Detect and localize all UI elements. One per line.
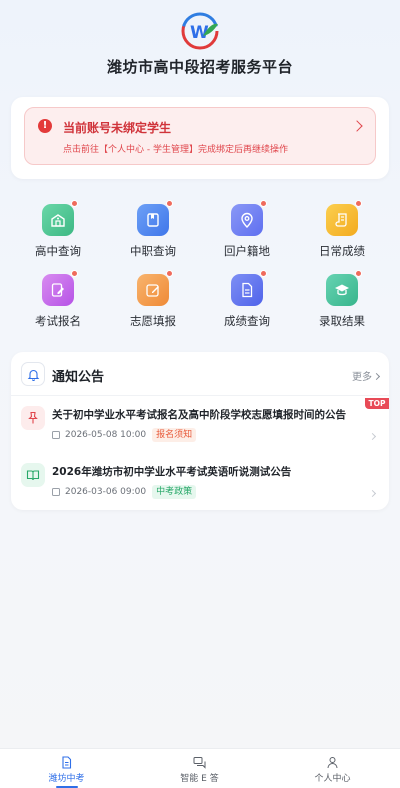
book-icon [137, 200, 173, 236]
calendar-icon [52, 431, 60, 439]
tab-label: 潍坊中考 [48, 774, 85, 784]
menu-label: 成绩查询 [224, 314, 270, 328]
bottom-tabbar: 潍坊中考 智能 E 答 个人中心 [0, 748, 400, 788]
menu-item-exam-registration[interactable]: 考试报名 [11, 268, 105, 328]
menu-item-vocational-query[interactable]: 中职查询 [106, 198, 200, 258]
notice-item-meta: 2026-03-06 09:00 中考政策 [52, 485, 197, 499]
notice-card: 通知公告 更多 TOP 关于初中学业水平考试报名及高中阶段学校志愿填报时间的公告… [11, 352, 389, 510]
menu-item-score-query[interactable]: 成绩查询 [200, 268, 294, 328]
notice-header: 通知公告 更多 [11, 352, 389, 396]
menu-label: 中职查询 [130, 244, 176, 258]
bell-icon [21, 362, 45, 386]
chat-icon [193, 757, 206, 769]
calendar-icon [52, 488, 60, 496]
more-label: 更多 [352, 372, 372, 383]
chevron-right-icon [351, 120, 363, 132]
notice-item[interactable]: 关于初中学业水平考试报名及高中阶段学校志愿填报时间的公告 2026-05-08 … [11, 398, 389, 454]
menu-label: 回户籍地 [224, 244, 270, 258]
menu-item-daily-scores[interactable]: 日常成绩 [295, 198, 389, 258]
alert-card: ! 当前账号未绑定学生 点击前往【个人中心 - 学生管理】完成绑定后再继续操作 [11, 97, 389, 179]
header: W 潍坊市高中段招考服务平台 [0, 0, 400, 90]
notice-item-tag: 报名须知 [152, 428, 197, 442]
graduation-cap-icon [326, 270, 362, 306]
menu-label: 志愿填报 [130, 314, 176, 328]
alert-description: 点击前往【个人中心 - 学生管理】完成绑定后再继续操作 [63, 145, 288, 155]
edit-icon [42, 270, 78, 306]
menu-item-admission-results[interactable]: 录取结果 [295, 268, 389, 328]
menu-label: 高中查询 [35, 244, 81, 258]
user-icon [327, 757, 338, 769]
notice-item-meta: 2026-05-08 10:00 报名须知 [52, 428, 197, 442]
tab-weifang-exam[interactable]: 潍坊中考 [0, 749, 133, 788]
scroll-icon [326, 200, 362, 236]
chevron-right-icon [368, 432, 377, 441]
notice-item-date: 2026-05-08 10:00 [65, 430, 147, 440]
notice-item-date: 2026-03-06 09:00 [65, 487, 147, 497]
pen-icon [137, 270, 173, 306]
pin-icon [21, 406, 45, 430]
school-icon [42, 200, 78, 236]
notice-item[interactable]: 2026年潍坊市初中学业水平考试英语听说测试公告 2026-03-06 09:0… [11, 455, 389, 510]
tab-label: 个人中心 [314, 774, 351, 784]
notice-title: 通知公告 [52, 370, 105, 385]
bind-student-alert[interactable]: ! 当前账号未绑定学生 点击前往【个人中心 - 学生管理】完成绑定后再继续操作 [24, 107, 376, 165]
notice-item-title: 关于初中学业水平考试报名及高中阶段学校志愿填报时间的公告 [52, 409, 346, 421]
menu-label: 考试报名 [35, 314, 81, 328]
page-title: 潍坊市高中段招考服务平台 [106, 58, 293, 76]
menu-item-return-household[interactable]: 回户籍地 [200, 198, 294, 258]
menu-item-volunteer-filling[interactable]: 志愿填报 [106, 268, 200, 328]
notice-item-title: 2026年潍坊市初中学业水平考试英语听说测试公告 [52, 466, 292, 478]
alert-title: 当前账号未绑定学生 [63, 121, 172, 135]
chevron-right-icon [368, 489, 377, 498]
location-icon [231, 200, 267, 236]
document-icon [231, 270, 267, 306]
menu-item-high-school-query[interactable]: 高中查询 [11, 198, 105, 258]
menu-label: 录取结果 [319, 314, 365, 328]
chevron-right-icon [372, 372, 381, 381]
service-menu-grid: 高中查询 中职查询 回户籍地 日常成绩 考试报名 志愿填报 成绩查询 录取结果 [11, 198, 389, 333]
tab-personal-center[interactable]: 个人中心 [266, 749, 399, 788]
w-logo-icon: W [181, 12, 219, 50]
notice-item-tag: 中考政策 [152, 485, 197, 499]
tab-label: 智能 E 答 [180, 774, 219, 784]
open-book-icon [21, 463, 45, 487]
menu-label: 日常成绩 [319, 244, 365, 258]
more-button[interactable]: 更多 [352, 368, 381, 383]
tab-smart-answer[interactable]: 智能 E 答 [133, 749, 266, 788]
alert-circle-icon: ! [38, 119, 52, 133]
document-icon [62, 756, 72, 769]
